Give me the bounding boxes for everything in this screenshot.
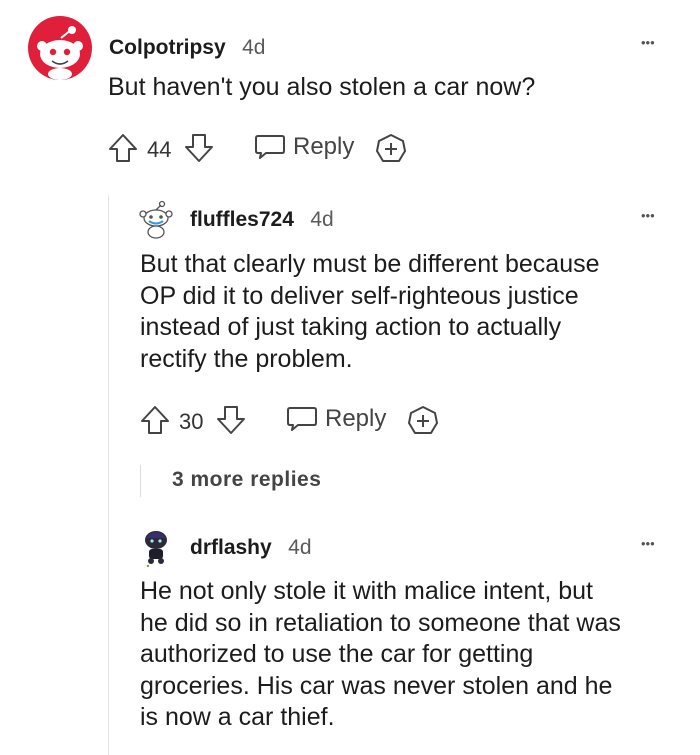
comment-body-line: But that clearly must be different becau… [140,250,600,278]
downvote-button[interactable] [184,133,214,163]
upvote-button[interactable] [140,405,170,435]
comment-bubble-icon [255,135,285,159]
comment-body-line: instead of just taking action to actuall… [140,313,562,341]
downvote-arrow-icon [185,134,213,162]
comment-body-line: he did so in retaliation to someone that… [140,608,621,637]
thread-line-nested [140,465,141,497]
comment-body-line: rectify the problem. [140,344,353,373]
award-plus-icon [376,134,406,162]
upvote-arrow-icon [109,134,137,162]
username[interactable]: drflashy [190,536,272,559]
more-options-icon: ••• [641,536,655,551]
snoo-dark-avatar-icon [145,531,167,568]
avatar[interactable] [140,528,172,568]
timestamp: 4d [242,36,266,59]
reply-label: Reply [325,405,387,432]
upvote-arrow-icon [141,406,169,434]
timestamp: 4d [288,536,312,559]
comment-body-line: is now a car thief. [140,703,335,731]
comment-body: He not only stole it with malice intent,… [140,576,621,734]
more-options-icon: ••• [641,208,655,223]
comment-body-line: OP did it to deliver self-righteous just… [140,281,579,310]
thread-line [108,195,109,755]
comment-body-line: groceries. His car was never stolen and … [140,671,613,700]
reply-label: Reply [293,133,355,160]
more-options-icon: ••• [641,35,655,50]
more-options-button[interactable]: ••• [641,35,655,50]
downvote-arrow-icon [217,406,245,434]
more-replies-link[interactable]: 3 more replies [172,469,321,490]
upvote-button[interactable] [108,133,138,163]
award-button[interactable] [407,405,439,437]
username[interactable]: fluffles724 [190,208,294,231]
comment-bubble-icon [287,407,317,431]
reply-button[interactable]: Reply [286,405,386,433]
reply-button[interactable]: Reply [254,133,354,161]
award-button[interactable] [375,133,407,165]
timestamp: 4d [310,208,334,231]
more-options-button[interactable]: ••• [641,208,655,223]
snoo-outline-avatar-icon [139,200,173,239]
comment-body: But haven't you also stolen a car now? [108,73,536,101]
vote-count: 44 [147,137,172,162]
snoo-avatar-icon [28,16,92,80]
more-options-button[interactable]: ••• [641,536,655,551]
downvote-button[interactable] [216,405,246,435]
username[interactable]: Colpotripsy [109,36,226,59]
avatar[interactable] [138,200,174,240]
avatar[interactable] [28,16,92,80]
comment-body-line: authorized to use the car for getting [140,640,534,668]
comment-body: But that clearly must be different becau… [140,249,600,375]
vote-count: 30 [179,409,204,434]
award-plus-icon [408,406,438,434]
comment-body-line: He not only stole it with malice intent,… [140,577,594,605]
